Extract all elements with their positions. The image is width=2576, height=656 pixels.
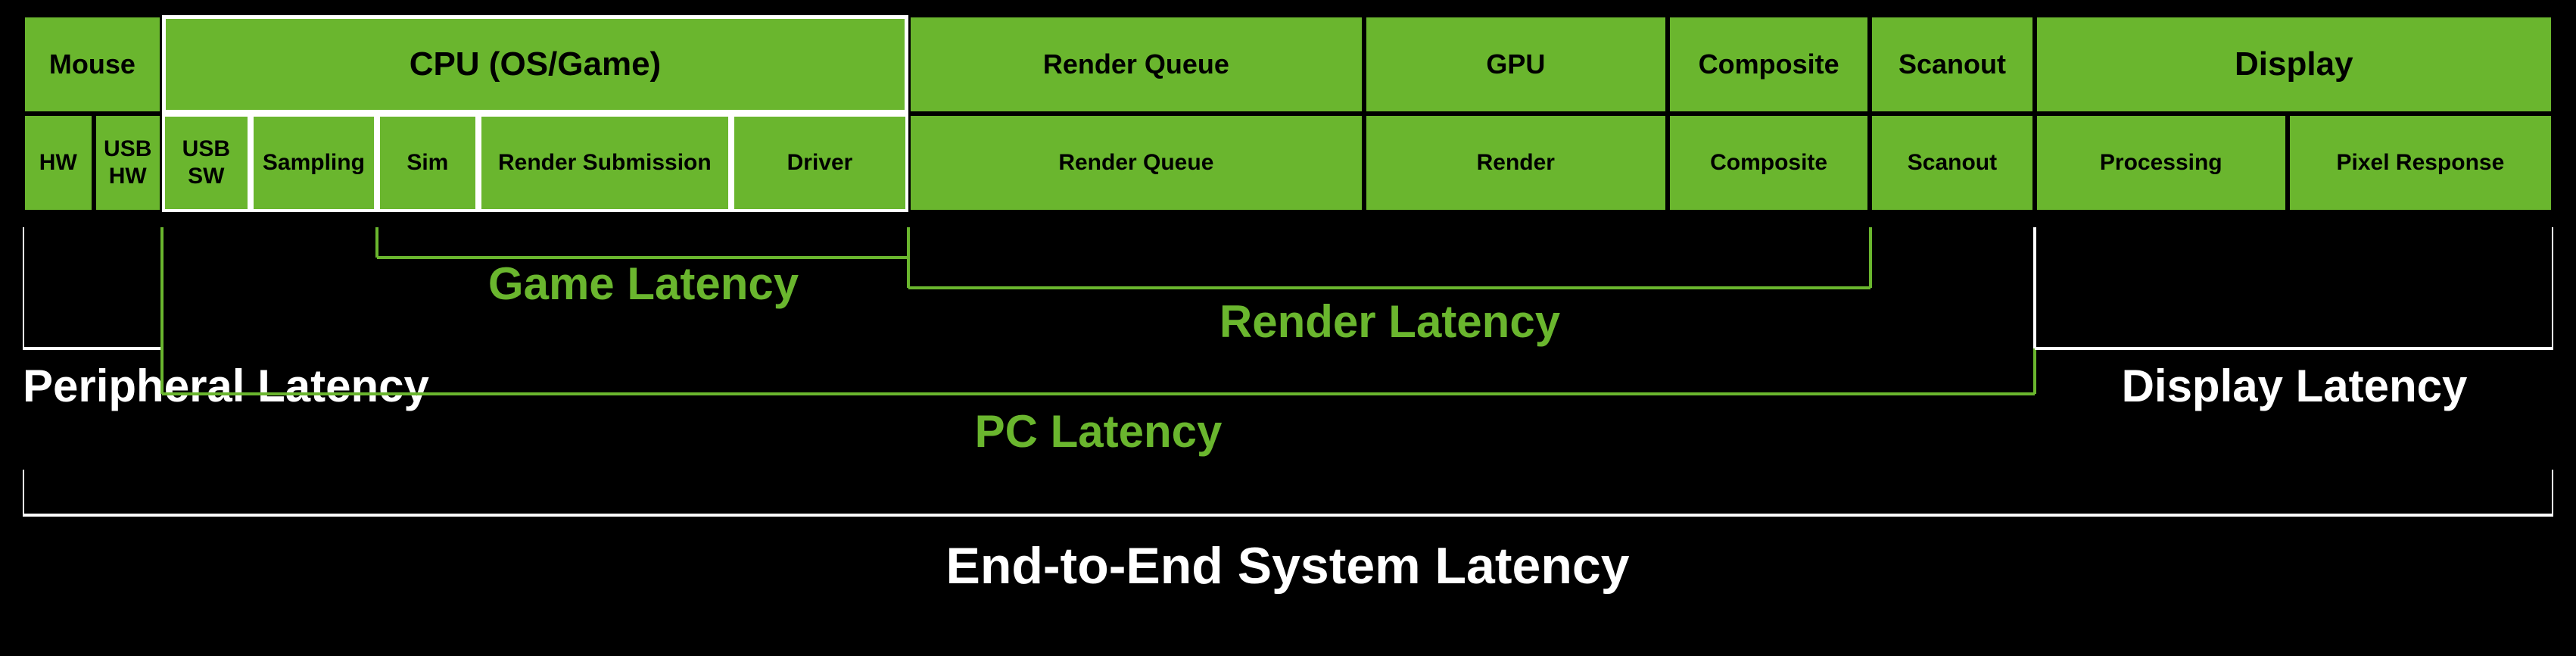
svg-text:Peripheral Latency: Peripheral Latency	[23, 361, 430, 411]
sub-block-hw: HW	[23, 114, 94, 212]
top-block-composite: Composite	[1668, 15, 1870, 114]
sub-block-render: Render	[1364, 114, 1668, 212]
top-block-mouse: Mouse	[23, 15, 162, 114]
sub-block-usb-hw: USB HW	[94, 114, 162, 212]
sub-block-render-queue: Render Queue	[908, 114, 1364, 212]
sub-block-composite: Composite	[1668, 114, 1870, 212]
top-block-display: Display	[2035, 15, 2553, 114]
sub-block-sampling: Sampling	[251, 114, 377, 212]
sub-block-processing: Processing	[2035, 114, 2288, 212]
svg-text:Display Latency: Display Latency	[2122, 361, 2468, 411]
top-block-scanout: Scanout	[1870, 15, 2034, 114]
svg-text:Game Latency: Game Latency	[488, 258, 799, 309]
sub-block-pixel-response: Pixel Response	[2288, 114, 2553, 212]
top-block-render-queue: Render Queue	[908, 15, 1364, 114]
svg-text:End-to-End System Latency: End-to-End System Latency	[945, 537, 1629, 595]
top-block-cpu: CPU (OS/Game)	[162, 15, 908, 114]
sub-block-driver: Driver	[731, 114, 908, 212]
svg-text:PC Latency: PC Latency	[975, 406, 1223, 457]
sub-block-usb-sw: USB SW	[162, 114, 251, 212]
sub-block-scanout: Scanout	[1870, 114, 2034, 212]
sub-block-render-submission: Render Submission	[478, 114, 731, 212]
sub-row: HW USB HW USB SW Sampling Sim Render Sub…	[23, 114, 2553, 212]
svg-text:Render Latency: Render Latency	[1219, 296, 1561, 347]
top-row: Mouse CPU (OS/Game) Render Queue GPU Com…	[23, 15, 2553, 114]
diagram-container: Mouse CPU (OS/Game) Render Queue GPU Com…	[23, 15, 2553, 641]
brackets-svg: Game Latency Render Latency Peripheral L…	[23, 212, 2553, 636]
sub-block-sim: Sim	[377, 114, 478, 212]
top-block-gpu: GPU	[1364, 15, 1668, 114]
